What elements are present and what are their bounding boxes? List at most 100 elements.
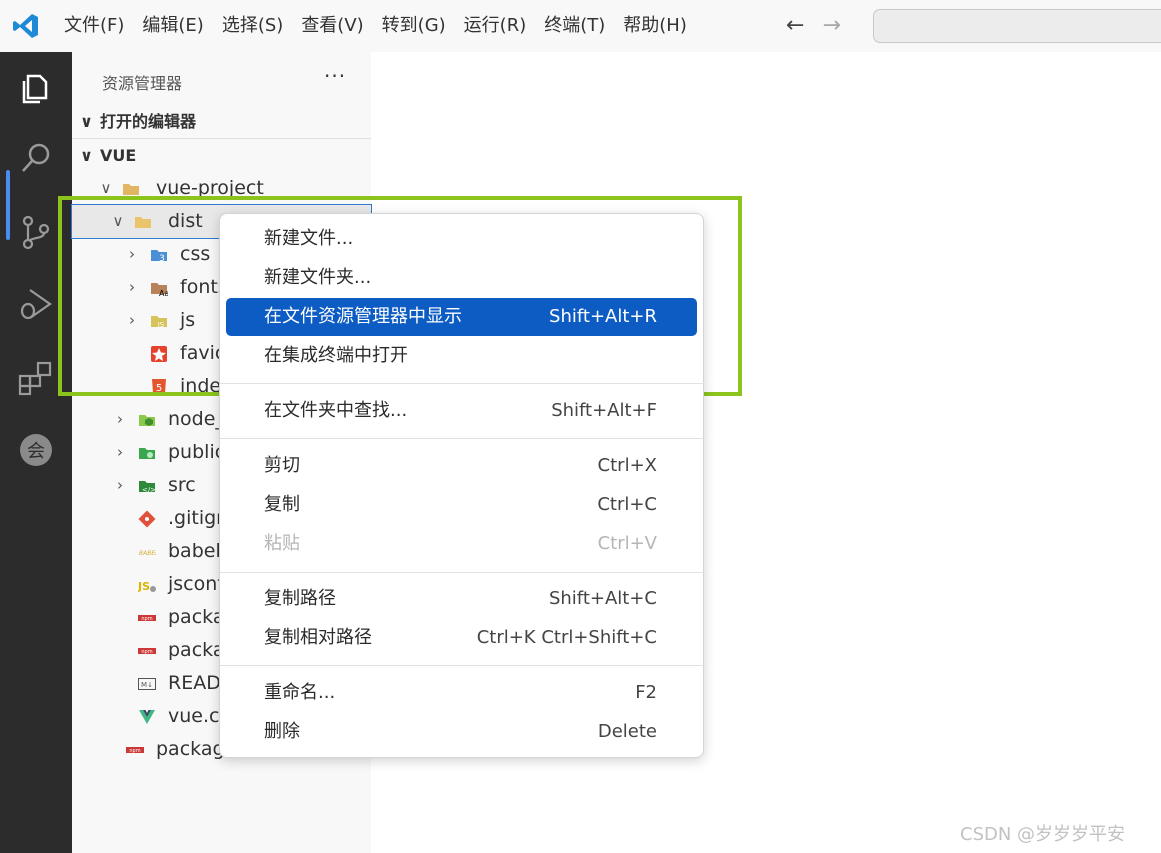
menu-item-shortcut: Shift+Alt+C <box>548 588 657 609</box>
css-folder-icon: 3 <box>151 250 167 264</box>
chevron-right-icon: › <box>117 410 123 428</box>
search-icon[interactable] <box>16 138 56 178</box>
title-bar: 文件(F) 编辑(E) 选择(S) 查看(V) 转到(G) 运行(R) 终端(T… <box>0 0 1161 52</box>
menu-file[interactable]: 文件(F) <box>56 0 132 52</box>
menu-item-copy[interactable]: 复制 Ctrl+C <box>226 486 697 524</box>
menu-item-label: 复制相对路径 <box>264 627 372 648</box>
tree-label: packag <box>156 738 225 760</box>
menu-item-shortcut: Delete <box>597 721 657 742</box>
chevron-right-icon: › <box>129 245 135 263</box>
chevron-right-icon: › <box>129 278 135 296</box>
explorer-icon[interactable] <box>16 68 56 108</box>
menu-item-shortcut: Shift+Alt+R <box>549 306 657 327</box>
menu-item-open-in-terminal[interactable]: 在集成终端中打开 <box>226 337 697 375</box>
menu-separator <box>220 438 705 439</box>
menu-edit[interactable]: 编辑(E) <box>134 0 211 52</box>
menu-view[interactable]: 查看(V) <box>293 0 371 52</box>
menu-item-cut[interactable]: 剪切 Ctrl+X <box>226 447 697 485</box>
public-folder-icon <box>139 448 155 459</box>
menu-item-label: 删除 <box>264 721 300 742</box>
tree-label: src <box>168 474 196 496</box>
chevron-right-icon: › <box>117 476 123 494</box>
menu-help[interactable]: 帮助(H) <box>615 0 695 52</box>
tree-item-vue-project[interactable]: ∨ vue-project <box>72 172 371 205</box>
tree-label: vue-project <box>156 177 264 199</box>
tree-label: packa <box>168 639 225 661</box>
section-label: 打开的编辑器 <box>100 112 197 131</box>
chevron-down-icon: ∨ <box>80 112 93 131</box>
chevron-right-icon: › <box>117 443 123 461</box>
chevron-down-icon: ∨ <box>112 212 124 230</box>
svg-text:npm: npm <box>141 616 152 622</box>
section-label: VUE <box>100 146 137 165</box>
svg-text:npm: npm <box>129 748 140 754</box>
menu-item-new-file[interactable]: 新建文件... <box>226 220 697 258</box>
menu-item-find-in-folder[interactable]: 在文件夹中查找... Shift+Alt+F <box>226 392 697 430</box>
arrow-right-icon[interactable]: → <box>822 12 840 40</box>
src-folder-icon: </> <box>139 481 156 494</box>
chevron-down-icon: ∨ <box>100 179 112 197</box>
svg-text:</>: </> <box>142 486 156 494</box>
run-debug-icon[interactable] <box>16 284 56 324</box>
menu-item-shortcut: Ctrl+X <box>597 455 657 476</box>
menu-item-label: 在文件夹中查找... <box>264 400 408 421</box>
command-center-search[interactable] <box>873 9 1161 43</box>
svg-text:JS: JS <box>157 321 165 329</box>
menu-separator <box>220 383 705 384</box>
svg-text:Aa: Aa <box>159 289 168 297</box>
menu-item-shortcut: F2 <box>635 682 657 703</box>
menu-item-label: 剪切 <box>264 455 300 476</box>
menu-run[interactable]: 运行(R) <box>456 0 535 52</box>
js-folder-icon: JS <box>151 316 167 329</box>
sidebar-title: 资源管理器 <box>102 74 183 93</box>
vscode-logo-icon[interactable] <box>12 12 40 40</box>
tree-label: dist <box>168 210 203 232</box>
npm-icon: npm <box>126 747 144 754</box>
tree-label: inde <box>180 375 222 397</box>
npm-icon: npm <box>138 615 156 622</box>
account-icon[interactable]: 会 <box>16 430 56 470</box>
menu-item-rename[interactable]: 重命名... F2 <box>226 674 697 712</box>
menu-item-shortcut: Ctrl+V <box>597 533 657 554</box>
section-workspace[interactable]: ∨ VUE <box>72 140 371 172</box>
divider <box>72 138 371 139</box>
nav-arrows: ← → <box>786 12 841 40</box>
menu-item-delete[interactable]: 删除 Delete <box>226 713 697 751</box>
menu-item-label: 复制路径 <box>264 588 336 609</box>
folder-icon <box>123 184 139 195</box>
more-actions-icon[interactable]: ··· <box>324 64 346 88</box>
menu-selection[interactable]: 选择(S) <box>214 0 291 52</box>
source-control-icon[interactable] <box>16 212 56 252</box>
menu-item-copy-relative-path[interactable]: 复制相对路径 Ctrl+K Ctrl+Shift+C <box>226 619 697 657</box>
menu-go[interactable]: 转到(G) <box>374 0 454 52</box>
tree-label: js <box>180 309 196 331</box>
menu-separator <box>220 665 705 666</box>
menu-item-new-folder[interactable]: 新建文件夹... <box>226 259 697 297</box>
menu-item-reveal-in-explorer[interactable]: 在文件资源管理器中显示 Shift+Alt+R <box>226 298 697 336</box>
svg-text:npm: npm <box>141 649 152 655</box>
tree-label: READ <box>168 672 221 694</box>
menu-item-label: 复制 <box>264 494 300 515</box>
fonts-folder-icon: Aa <box>151 283 168 297</box>
menu-item-paste[interactable]: 粘贴 Ctrl+V <box>226 525 697 563</box>
babel-icon: BABEL <box>139 550 156 557</box>
menu-item-copy-path[interactable]: 复制路径 Shift+Alt+C <box>226 580 697 618</box>
menu-item-label: 新建文件... <box>264 228 354 249</box>
tree-label: jsconf <box>168 573 224 595</box>
arrow-left-icon[interactable]: ← <box>786 12 804 40</box>
watermark: CSDN @岁岁岁平安 <box>960 824 1126 845</box>
extensions-icon[interactable] <box>16 358 56 398</box>
menu-item-label: 在文件资源管理器中显示 <box>264 306 462 327</box>
menu-item-label: 粘贴 <box>264 533 300 554</box>
svg-text:5: 5 <box>156 383 162 394</box>
menu-item-label: 新建文件夹... <box>264 267 372 288</box>
context-menu: 新建文件... 新建文件夹... 在文件资源管理器中显示 Shift+Alt+R… <box>219 213 705 758</box>
activity-bar: 会 <box>0 52 72 853</box>
active-indicator <box>6 170 10 240</box>
menu-item-label: 在集成终端中打开 <box>264 345 408 366</box>
menu-terminal[interactable]: 终端(T) <box>536 0 613 52</box>
tree-label: public <box>168 441 226 463</box>
tree-label: packa <box>168 606 225 628</box>
menu-item-shortcut: Shift+Alt+F <box>551 400 657 421</box>
section-open-editors[interactable]: ∨ 打开的编辑器 <box>72 106 371 138</box>
